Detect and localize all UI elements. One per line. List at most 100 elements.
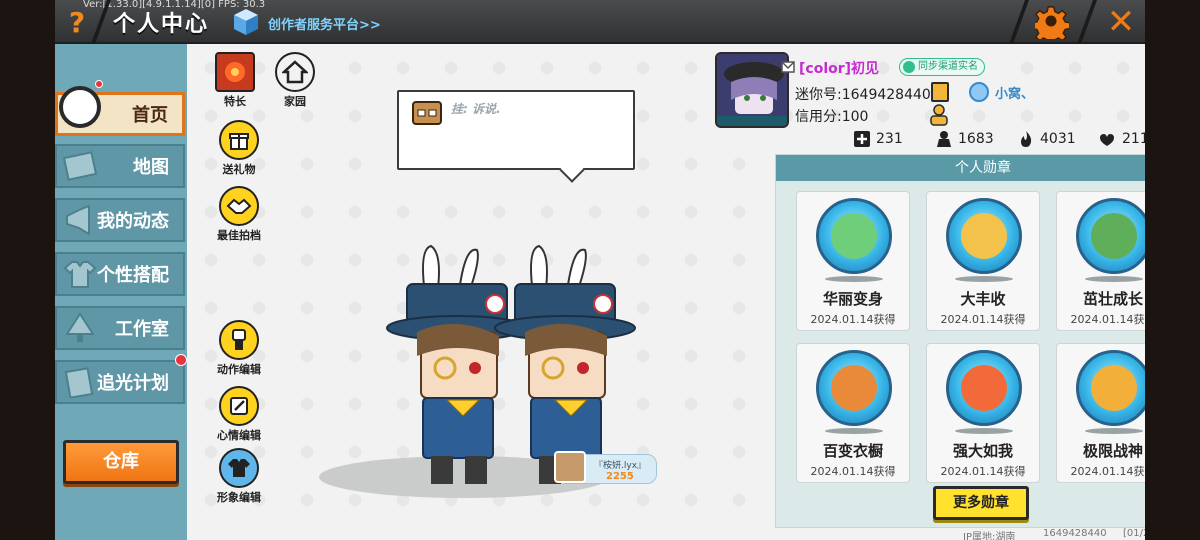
medal-date: 2024.01.14获得: [1070, 313, 1146, 326]
medal-card[interactable]: 极限战神 2024.01.14获得: [1056, 343, 1145, 483]
medal-panel: 个人勋章 华丽变身 2024.01.14获得 大丰收 2024.01.14获得 …: [775, 154, 1145, 528]
wardrobe-medal-icon: [816, 350, 892, 426]
look-edit-button[interactable]: 形象编辑: [211, 448, 267, 505]
talent-label: 特长: [224, 95, 246, 108]
home-button[interactable]: 家园: [271, 52, 319, 109]
book-icon: [64, 367, 94, 398]
question-icon: ?: [68, 6, 86, 39]
look-edit-label: 形象编辑: [217, 491, 261, 504]
send-gift-label: 送礼物: [222, 163, 256, 176]
plus-box-icon: [854, 131, 870, 147]
notification-dot: [95, 80, 103, 88]
close-button[interactable]: ✕: [1102, 3, 1140, 41]
sidebar-item-label: 追光计划: [97, 373, 169, 394]
action-edit-label: 动作编辑: [217, 363, 261, 376]
medal-date: 2024.01.14获得: [940, 465, 1026, 478]
stat-plus: 231: [853, 130, 903, 148]
sidebar-item-feed[interactable]: 我的动态: [55, 198, 185, 242]
sidebar-item-label: 首页: [132, 105, 168, 126]
medal-card[interactable]: 华丽变身 2024.01.14获得: [796, 191, 910, 331]
page-title: 个人中心: [113, 12, 210, 37]
speech-text: 挂: 诉说.: [451, 102, 501, 116]
medal-stand: [955, 276, 1013, 282]
double-heart-icon: [1100, 134, 1114, 146]
stat-value: 1683: [958, 131, 994, 147]
warehouse-button[interactable]: 仓库: [63, 440, 179, 484]
megaphone-icon: [66, 204, 90, 236]
mail-icon: [781, 61, 795, 73]
sidebar-item-label: 我的动态: [97, 211, 169, 232]
medal-card[interactable]: 大丰收 2024.01.14获得: [926, 191, 1040, 331]
realname-badge[interactable]: 同步渠道实名: [899, 58, 985, 76]
creator-platform-link[interactable]: 创作者服务平台>>: [268, 14, 381, 33]
tree-icon: [65, 312, 95, 342]
footer-id: 1649428440: [1043, 528, 1107, 539]
profile-avatar[interactable]: [715, 52, 789, 128]
handshake-icon: [219, 186, 259, 226]
best-partner-label: 最佳拍档: [217, 229, 261, 242]
medal-date: 2024.01.14获得: [810, 465, 896, 478]
main-content: 特长 家园 送礼物 最佳拍档 动作编辑 心情编辑 形象编辑 挂: 诉说. 『桉妍…: [187, 44, 1145, 540]
mood-edit-button[interactable]: 心情编辑: [211, 386, 267, 443]
guild-icon: [969, 82, 989, 102]
partner-avatar: [554, 451, 586, 483]
medal-card[interactable]: 茁壮成长 2024.01.14获得: [1056, 191, 1145, 331]
medal-card[interactable]: 百变衣橱 2024.01.14获得: [796, 343, 910, 483]
medal-stand: [825, 428, 883, 434]
stat-value: 4031: [1040, 131, 1076, 147]
partner-nametag[interactable]: 『桉妍.lyx』 2255: [554, 451, 657, 484]
medal-name: 强大如我: [952, 442, 1013, 460]
medal-name: 大丰收: [960, 290, 1006, 308]
gear-icon[interactable]: [1035, 5, 1069, 39]
medal-date: 2024.01.14获得: [1070, 465, 1146, 478]
sidebar-item-map[interactable]: 地图: [55, 144, 185, 188]
medal-card[interactable]: 强大如我 2024.01.14获得: [926, 343, 1040, 483]
medal-stand: [1085, 276, 1143, 282]
speech-bubble[interactable]: 挂: 诉说.: [397, 90, 635, 170]
stat-hearts: 2119: [1099, 130, 1145, 148]
action-figure-icon: [219, 320, 259, 360]
growth-medal-icon: [1076, 198, 1145, 274]
sidebar-item-outfit[interactable]: 个性搭配: [55, 252, 185, 296]
medal-name: 茁壮成长: [1082, 290, 1143, 308]
talent-icon: [215, 52, 255, 92]
outfit-icon: [219, 448, 259, 488]
mood-edit-label: 心情编辑: [217, 429, 261, 442]
strong-medal-icon: [946, 350, 1022, 426]
copy-icon[interactable]: [931, 82, 949, 102]
creator-cube-icon: [234, 9, 258, 35]
sidebar-item-studio[interactable]: 工作室: [55, 306, 185, 350]
partner-name: 『桉妍.lyx』: [594, 461, 647, 471]
stat-fire: 4031: [1017, 130, 1076, 148]
trophy-person-icon: [937, 131, 951, 147]
medal-panel-title: 个人勋章: [776, 155, 1145, 181]
sidebar-item-label: 个性搭配: [97, 265, 169, 286]
boss-medal-icon: [1076, 350, 1145, 426]
stat-value: 2119: [1122, 131, 1145, 147]
help-button[interactable]: ?: [61, 6, 93, 40]
stat-likes: 1683: [935, 130, 994, 148]
home-label: 家园: [284, 95, 306, 108]
person-icon[interactable]: [929, 104, 949, 126]
medal-name: 华丽变身: [822, 290, 883, 308]
stat-value: 231: [876, 131, 903, 147]
sidebar: 首页 地图 我的动态 个性搭配 工作室 追光计划 仓库: [55, 44, 187, 540]
send-gift-button[interactable]: 送礼物: [211, 120, 267, 177]
divider: [1008, 0, 1030, 44]
medal-stand: [825, 276, 883, 282]
sidebar-item-chase-light[interactable]: 追光计划: [55, 360, 185, 404]
character-face-icon: [412, 101, 442, 125]
action-edit-button[interactable]: 动作编辑: [211, 320, 267, 377]
more-medals-button[interactable]: 更多勋章: [933, 486, 1029, 520]
house-icon: [275, 52, 315, 92]
medal-name: 百变衣橱: [822, 442, 883, 460]
sidebar-item-label: 工作室: [115, 319, 169, 340]
talent-button[interactable]: 特长: [211, 52, 259, 109]
medal-name: 极限战神: [1082, 442, 1143, 460]
mini-id: 迷你号:1649428440: [795, 87, 931, 103]
medal-date: 2024.01.14获得: [810, 313, 896, 326]
guild-name[interactable]: 小窝、: [995, 83, 1034, 102]
dino-medal-icon: [816, 198, 892, 274]
best-partner-button[interactable]: 最佳拍档: [211, 186, 267, 243]
flame-icon: [1021, 131, 1032, 147]
